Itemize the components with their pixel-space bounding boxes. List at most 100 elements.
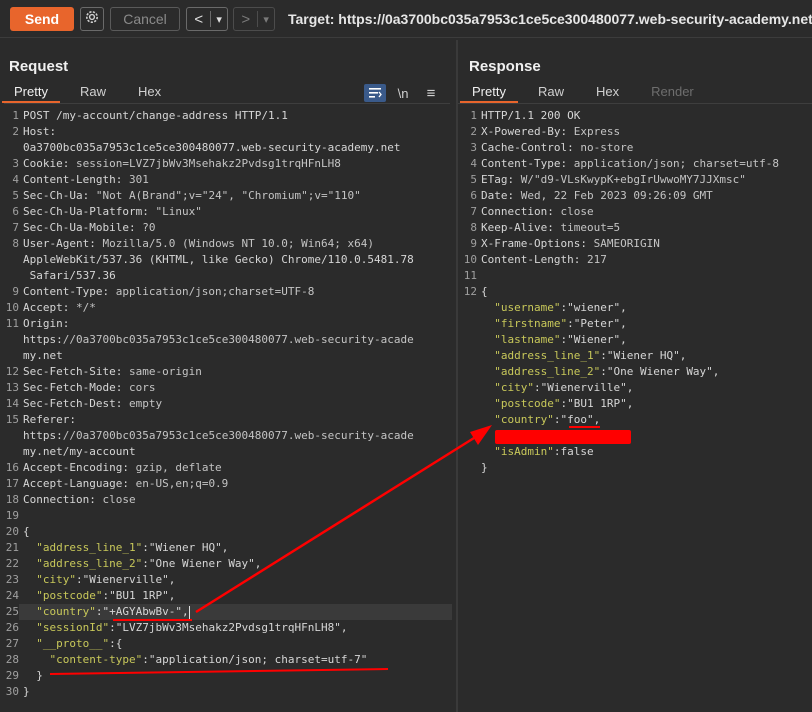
- line-text: }: [481, 461, 488, 474]
- line-number: 25: [5, 605, 19, 618]
- tab-pretty[interactable]: Pretty: [2, 81, 60, 103]
- request-line: 18 Connection: close: [0, 492, 452, 508]
- line-number: [0, 348, 19, 364]
- forward-dropdown-icon[interactable]: ▾: [258, 8, 274, 30]
- line-text: Cache-Control: no-store: [481, 141, 634, 154]
- send-button[interactable]: Send: [10, 7, 74, 31]
- line-text: Accept-Encoding: gzip, deflate: [23, 461, 222, 474]
- line-number: 10: [5, 301, 19, 314]
- line-number: 27: [5, 637, 19, 650]
- response-pane: Response Pretty Raw Hex Render 1 HTTP/1.1…: [458, 40, 812, 712]
- line-number: 2: [12, 125, 19, 138]
- line-number: 10: [463, 253, 477, 266]
- line-text: "address_line_1":"Wiener HQ",: [36, 541, 229, 554]
- request-pane: Request Pretty Raw Hex \n ≡ 1 POST /my-ac…: [0, 40, 456, 712]
- menu-icon[interactable]: ≡: [420, 84, 442, 102]
- line-number: 15: [5, 413, 19, 426]
- response-line: 4 Content-Type: application/json; charset…: [458, 156, 812, 172]
- tab-raw[interactable]: Raw: [68, 81, 118, 103]
- request-line: 30}: [0, 684, 452, 700]
- line-text: https://0a3700bc035a7953c1ce5ce300480077…: [23, 333, 414, 346]
- tab-divider: [458, 103, 812, 104]
- line-text: Host:: [23, 125, 57, 138]
- line-number: 9: [470, 237, 477, 250]
- line-number: 5: [470, 173, 477, 186]
- line-number: 23: [5, 573, 19, 586]
- response-line: 3 Cache-Control: no-store: [458, 140, 812, 156]
- line-number: 24: [5, 589, 19, 602]
- line-number: 14: [5, 397, 19, 410]
- line-number: 3: [470, 141, 477, 154]
- newline-toggle-icon[interactable]: \n: [392, 84, 414, 102]
- line-number: 20: [5, 525, 19, 538]
- tab-hex[interactable]: Hex: [126, 81, 173, 103]
- line-text: Sec-Fetch-Site: same-origin: [23, 365, 202, 378]
- request-line: my.net/my-account: [0, 444, 452, 460]
- line-text: "content-type":"application/json; charse…: [49, 653, 368, 666]
- request-line: 23 "city":"Wienerville",: [0, 572, 452, 588]
- tab-hex[interactable]: Hex: [584, 81, 631, 103]
- line-number: 7: [470, 205, 477, 218]
- line-number: 19: [5, 509, 19, 522]
- request-line: 2 Host:: [0, 124, 452, 140]
- line-text: ETag: W/"d9-VLsKwypK+ebgIrUwwoMY7JJXmsc": [481, 173, 746, 186]
- line-number: 5: [12, 189, 19, 202]
- line-number: [458, 332, 477, 348]
- settings-button[interactable]: [80, 7, 104, 31]
- line-text: "address_line_2":"One Wiener Way",: [36, 557, 262, 570]
- line-text: Date: Wed, 22 Feb 2023 09:26:09 GMT: [481, 189, 713, 202]
- response-line: "country":"foo",: [458, 412, 812, 428]
- line-text: my.net: [23, 349, 63, 362]
- line-number: 2: [470, 125, 477, 138]
- target-url: Target: https://0a3700bc035a7953c1ce5ce3…: [288, 11, 812, 27]
- response-line: 6 Date: Wed, 22 Feb 2023 09:26:09 GMT: [458, 188, 812, 204]
- line-text: "lastname":"Wiener",: [494, 333, 627, 346]
- line-number: 3: [12, 157, 19, 170]
- line-number: [0, 268, 19, 284]
- line-text: "username":"wiener",: [494, 301, 627, 314]
- line-text: Sec-Ch-Ua-Mobile: ?0: [23, 221, 156, 234]
- response-line: 8 Keep-Alive: timeout=5: [458, 220, 812, 236]
- request-line: 6 Sec-Ch-Ua-Platform: "Linux": [0, 204, 452, 220]
- response-editor[interactable]: 1 HTTP/1.1 200 OK 2 X-Powered-By: Express 3 C…: [458, 108, 812, 476]
- request-line: 22 "address_line_2":"One Wiener Way",: [0, 556, 452, 572]
- line-number: 4: [470, 157, 477, 170]
- response-tabs: Pretty Raw Hex Render: [458, 81, 706, 103]
- request-line: 24 "postcode":"BU1 1RP",: [0, 588, 452, 604]
- line-number: 16: [5, 461, 19, 474]
- line-text: Sec-Ch-Ua-Platform: "Linux": [23, 205, 202, 218]
- request-tools: \n ≡: [364, 84, 442, 102]
- line-text: Content-Type: application/json; charset=…: [481, 157, 780, 170]
- request-editor[interactable]: 1 POST /my-account/change-address HTTP/1.…: [0, 108, 452, 700]
- request-line: 12 Sec-Fetch-Site: same-origin: [0, 364, 452, 380]
- line-number: 6: [470, 189, 477, 202]
- line-text: Accept-Language: en-US,en;q=0.9: [23, 477, 229, 490]
- cancel-button[interactable]: Cancel: [110, 7, 180, 31]
- line-text: X-Frame-Options: SAMEORIGIN: [481, 237, 660, 250]
- line-text: Accept: */*: [23, 301, 96, 314]
- tab-raw[interactable]: Raw: [526, 81, 576, 103]
- request-line: 1 POST /my-account/change-address HTTP/1.…: [0, 108, 452, 124]
- back-arrow-icon[interactable]: <: [187, 8, 210, 30]
- tab-pretty[interactable]: Pretty: [460, 81, 518, 103]
- back-dropdown-icon[interactable]: ▾: [211, 8, 227, 30]
- request-title: Request: [9, 58, 69, 75]
- response-line: "username":"wiener",: [458, 300, 812, 316]
- line-number: [458, 316, 477, 332]
- line-number: 11: [463, 269, 477, 282]
- line-number: 7: [12, 221, 19, 234]
- line-text: Referer:: [23, 413, 76, 426]
- response-line: 5 ETag: W/"d9-VLsKwypK+ebgIrUwwoMY7JJXmsc…: [458, 172, 812, 188]
- pretty-print-icon[interactable]: [364, 84, 386, 102]
- request-line: 15 Referer:: [0, 412, 452, 428]
- line-number: 28: [5, 653, 19, 666]
- request-line: 13 Sec-Fetch-Mode: cors: [0, 380, 452, 396]
- line-number: [458, 300, 477, 316]
- line-number: [0, 428, 19, 444]
- line-number: 1: [470, 109, 477, 122]
- request-line: https://0a3700bc035a7953c1ce5ce300480077…: [0, 332, 452, 348]
- forward-arrow-icon[interactable]: >: [234, 8, 257, 30]
- response-line: }: [458, 460, 812, 476]
- line-text: Origin:: [23, 317, 70, 330]
- response-line: 11: [458, 268, 812, 284]
